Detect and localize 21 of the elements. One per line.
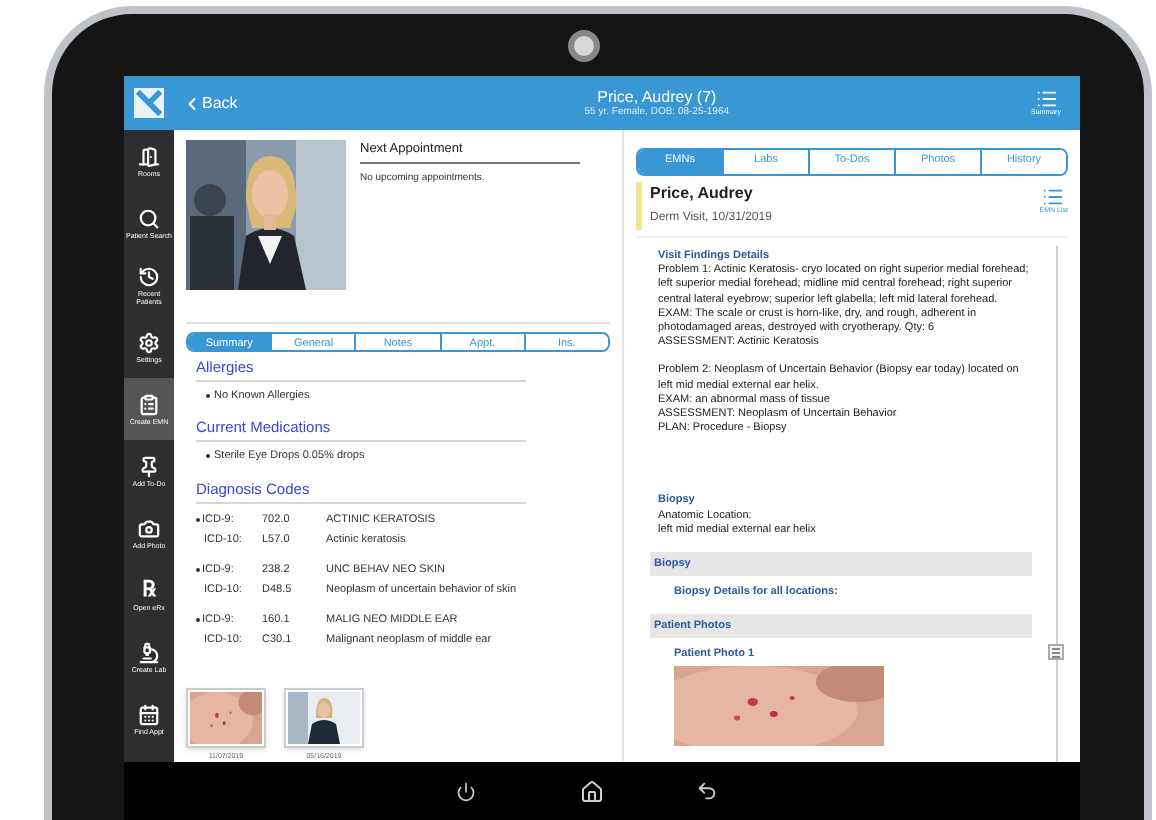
- camera-icon: [568, 30, 600, 62]
- power-icon[interactable]: [456, 781, 476, 801]
- camera-icon: [138, 517, 160, 539]
- photo-thumbnail[interactable]: [186, 687, 266, 748]
- home-icon[interactable]: [580, 779, 604, 803]
- patient-title: Price, Audrey (7): [597, 88, 717, 106]
- door-icon: [138, 145, 160, 167]
- calendar-icon: [138, 703, 160, 725]
- history-icon: [138, 265, 160, 287]
- microscope-icon: [138, 641, 160, 663]
- back-button[interactable]: Back: [182, 91, 238, 115]
- back-arrow-icon[interactable]: [696, 780, 718, 802]
- logo-icon: [134, 88, 164, 118]
- list-icon: [1042, 186, 1065, 208]
- photo-thumbnail[interactable]: [284, 687, 364, 748]
- patient-name: Price, Audrey: [650, 182, 755, 206]
- pin-icon: [138, 455, 160, 477]
- search-icon: [138, 207, 160, 229]
- clipboard-icon: [138, 393, 160, 415]
- scroll-handle-icon[interactable]: [1048, 644, 1064, 660]
- settings-icon: [138, 331, 160, 353]
